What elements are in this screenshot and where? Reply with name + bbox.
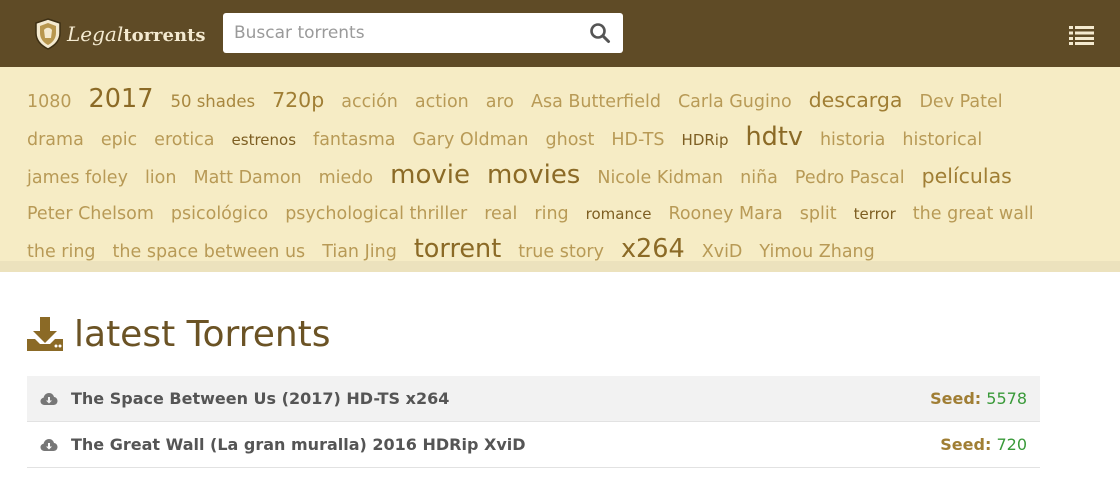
tag-link[interactable]: películas <box>922 159 1012 194</box>
tag-cloud: 1080 2017 50 shades 720p acción action aro Asa … <box>0 67 1120 264</box>
tag-link[interactable]: historia <box>820 123 885 158</box>
tag-link[interactable]: HDRip <box>682 123 729 158</box>
tag-link[interactable]: miedo <box>319 161 374 196</box>
download-icon <box>27 317 63 351</box>
list-menu-icon[interactable] <box>1069 25 1094 45</box>
tag-link[interactable]: hdtv <box>746 120 803 155</box>
tag-link[interactable]: HD-TS <box>611 123 664 158</box>
seed-count: 5578 <box>986 389 1027 408</box>
tag-link[interactable]: the great wall <box>913 197 1034 232</box>
tag-cloud-list: 1080 2017 50 shades 720p acción action aro Asa … <box>27 82 1082 270</box>
tag-link[interactable]: psychological thriller <box>285 197 467 232</box>
section-title-text: latest Torrents <box>74 313 331 355</box>
logo-text-legal: Legal <box>67 22 124 46</box>
tag-link[interactable]: aro <box>486 85 514 120</box>
seed-label: Seed: <box>940 435 992 454</box>
tag-link[interactable]: movies <box>487 158 580 193</box>
torrent-row[interactable]: The Great Wall (La gran muralla) 2016 HD… <box>27 422 1040 468</box>
tag-link[interactable]: lion <box>145 161 177 196</box>
tag-link[interactable]: estrenos <box>232 123 297 158</box>
tag-link[interactable]: romance <box>586 197 652 232</box>
tag-link[interactable]: ghost <box>546 123 595 158</box>
tag-link[interactable]: Pedro Pascal <box>795 161 905 196</box>
tag-link[interactable]: psicológico <box>171 197 268 232</box>
tag-link[interactable]: Gary Oldman <box>412 123 528 158</box>
tag-link[interactable]: fantasma <box>313 123 395 158</box>
tag-link[interactable]: terror <box>854 197 896 232</box>
tag-link[interactable]: 720p <box>272 83 324 118</box>
tag-link[interactable]: Rooney Mara <box>668 197 782 232</box>
torrent-row[interactable]: The Space Between Us (2017) HD-TS x264 S… <box>27 376 1040 422</box>
tag-link[interactable]: Peter Chelsom <box>27 197 154 232</box>
logo-text-torrents: torrents <box>123 25 206 46</box>
seed-count: 720 <box>996 435 1027 454</box>
top-header: Legaltorrents <box>0 0 1120 67</box>
torrent-list: The Space Between Us (2017) HD-TS x264 S… <box>27 376 1040 468</box>
cloud-download-icon <box>40 438 58 451</box>
tag-link[interactable]: real <box>484 197 517 232</box>
tag-link[interactable]: Nicole Kidman <box>597 161 723 196</box>
logo-text: Legaltorrents <box>67 22 206 46</box>
tag-link[interactable]: descarga <box>809 83 903 118</box>
tag-link[interactable]: 50 shades <box>170 84 255 119</box>
tag-link[interactable]: james foley <box>27 161 128 196</box>
torrent-title[interactable]: The Space Between Us (2017) HD-TS x264 <box>71 389 930 408</box>
tag-link[interactable]: 1080 <box>27 85 72 120</box>
tag-link[interactable]: Asa Butterfield <box>531 85 661 120</box>
seed-info: Seed: 720 <box>940 435 1027 454</box>
torrent-title[interactable]: The Great Wall (La gran muralla) 2016 HD… <box>71 435 940 454</box>
tag-cloud-bottom-border <box>0 261 1120 272</box>
shield-logo-icon <box>35 18 61 50</box>
tag-link[interactable]: acción <box>341 85 398 120</box>
tag-link[interactable]: Carla Gugino <box>678 85 792 120</box>
tag-link[interactable]: Dev Patel <box>919 85 1002 120</box>
tag-link[interactable]: epic <box>101 123 137 158</box>
search-box <box>223 13 623 53</box>
tag-link[interactable]: ring <box>534 197 568 232</box>
tag-link[interactable]: movie <box>390 158 470 193</box>
seed-label: Seed: <box>930 389 982 408</box>
tag-link[interactable]: 2017 <box>89 82 154 117</box>
tag-link[interactable]: niña <box>740 161 778 196</box>
cloud-download-icon <box>40 392 58 405</box>
tag-link[interactable]: drama <box>27 123 84 158</box>
search-icon[interactable] <box>589 22 611 44</box>
tag-link[interactable]: Matt Damon <box>193 161 301 196</box>
search-input[interactable] <box>223 14 573 52</box>
section-title: latest Torrents <box>26 306 331 362</box>
site-logo[interactable]: Legaltorrents <box>34 16 206 52</box>
tag-link[interactable]: split <box>800 197 837 232</box>
tag-link[interactable]: erotica <box>154 123 214 158</box>
tag-link[interactable]: historical <box>902 123 982 158</box>
seed-info: Seed: 5578 <box>930 389 1027 408</box>
tag-link[interactable]: action <box>415 85 469 120</box>
